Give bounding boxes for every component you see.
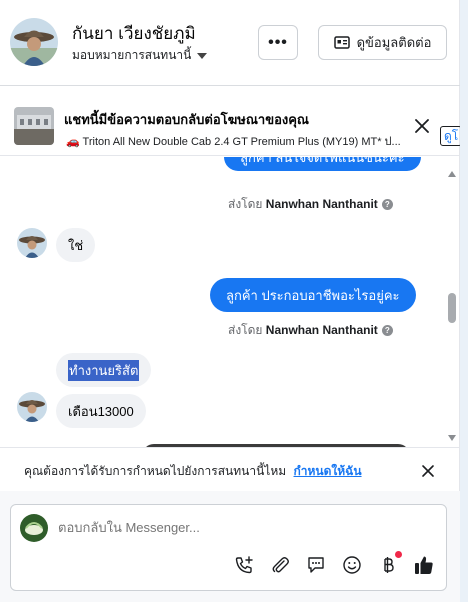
message-text: เดือน13000: [68, 403, 134, 419]
sender-name: Nanwhan Nanthanit: [265, 323, 378, 337]
message-outgoing[interactable]: ลูกค้า ประกอบอาชีพอะไรอยู่คะ: [210, 278, 416, 312]
banner-close-icon[interactable]: [413, 117, 431, 135]
saved-replies-icon[interactable]: [305, 554, 327, 576]
ad-thumbnail[interactable]: [14, 107, 54, 145]
composer-area: [0, 491, 460, 602]
sent-by-prefix: ส่งโดย: [228, 323, 263, 337]
contact-avatar-small: [17, 392, 47, 422]
more-options-icon: •••: [268, 33, 288, 51]
thread-scrollbar[interactable]: [446, 157, 458, 447]
message-text: ลูกค้า สนใจจัดไฟแนนซ์นะคะ: [240, 157, 405, 165]
assign-prompt: คุณต้องการได้รับการกำหนดไปยังการสนทนานี้…: [0, 447, 460, 491]
message-outgoing[interactable]: ลูกค้า สนใจจัดไฟแนนซ์นะคะ: [224, 157, 421, 171]
message-text: ใช่: [68, 237, 84, 253]
help-icon[interactable]: ?: [381, 325, 393, 336]
attachment-icon[interactable]: [269, 554, 291, 576]
background-strip: [460, 0, 468, 602]
view-ad-button[interactable]: ดูโ: [440, 126, 462, 146]
message-incoming[interactable]: เดือน13000: [56, 394, 146, 428]
message-incoming[interactable]: ทำงานยริสัต: [56, 353, 152, 387]
close-icon[interactable]: [420, 463, 436, 479]
message-incoming[interactable]: ใช่: [56, 228, 96, 262]
reply-input[interactable]: [58, 520, 428, 535]
sent-by-label: ส่งโดย Nanwhan Nanthanit?: [228, 195, 393, 214]
contact-avatar-small: [17, 228, 47, 258]
page-avatar: [20, 514, 48, 542]
sent-by-label: ส่งโดย Nanwhan Nanthanit?: [228, 321, 393, 340]
scroll-down-icon[interactable]: [448, 435, 456, 441]
ad-reply-banner: แชทนี้มีข้อความตอบกลับต่อโฆษณาของคุณ 🚗 T…: [0, 96, 460, 156]
caret-down-icon: [197, 52, 208, 59]
assign-prompt-question: คุณต้องการได้รับการกำหนดไปยังการสนทนานี้…: [24, 464, 287, 478]
conversation-header: กันยา เวียงชัยภูมิ มอบหมายการสนทนานี้ ••…: [0, 0, 460, 86]
assign-label: มอบหมายการสนทนานี้: [72, 48, 192, 62]
notification-dot: [395, 551, 402, 558]
assign-conversation-dropdown[interactable]: มอบหมายการสนทนานี้: [72, 46, 208, 65]
emoji-icon[interactable]: [341, 554, 363, 576]
call-add-icon[interactable]: [233, 554, 255, 576]
message-text: ลูกค้า ประกอบอาชีพอะไรอยู่คะ: [226, 287, 400, 303]
view-contact-label: ดูข้อมูลติดต่อ: [356, 35, 432, 50]
contact-avatar[interactable]: [10, 18, 58, 66]
scrollbar-thumb[interactable]: [448, 293, 456, 323]
banner-title: แชทนี้มีข้อความตอบกลับต่อโฆษณาของคุณ: [64, 112, 309, 127]
contact-name: กันยา เวียงชัยภูมิ: [72, 24, 196, 43]
like-icon[interactable]: [413, 554, 435, 576]
help-icon[interactable]: ?: [381, 199, 393, 210]
scroll-up-icon[interactable]: [448, 171, 456, 177]
more-options-button[interactable]: •••: [258, 25, 298, 60]
sent-by-prefix: ส่งโดย: [228, 197, 263, 211]
conversation-panel: กันยา เวียงชัยภูมิ มอบหมายการสนทนานี้ ••…: [0, 0, 462, 602]
message-thread: ลูกค้า สนใจจัดไฟแนนซ์นะคะ ส่งโดย Nanwhan…: [0, 157, 442, 447]
contact-card-icon: [333, 36, 350, 49]
reply-composer: [10, 504, 447, 591]
message-text-selected: ทำงานยริสัต: [68, 359, 140, 381]
view-contact-button[interactable]: ดูข้อมูลติดต่อ: [318, 25, 447, 60]
assign-prompt-text: คุณต้องการได้รับการกำหนดไปยังการสนทนานี้…: [24, 462, 362, 481]
assign-to-me-link[interactable]: กำหนดให้ฉัน: [294, 464, 362, 478]
sender-name: Nanwhan Nanthanit: [265, 197, 378, 211]
ad-title-link[interactable]: 🚗 Triton All New Double Cab 2.4 GT Premi…: [66, 132, 438, 150]
